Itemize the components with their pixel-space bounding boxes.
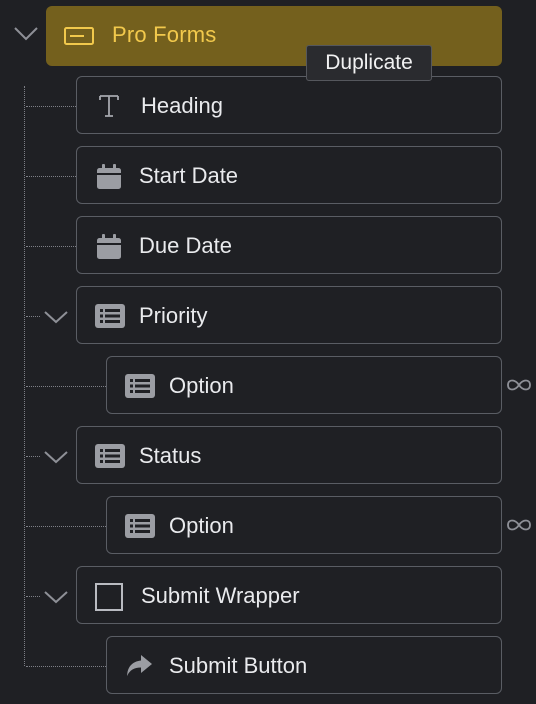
- tree-item-label: Priority: [139, 303, 208, 328]
- structure-tree-panel: Pro Forms Heading Start Date Due Date Pr…: [0, 0, 536, 704]
- expand-chevron-icon[interactable]: [43, 588, 69, 606]
- tree-connector: [26, 386, 106, 387]
- share-arrow-icon: [124, 653, 154, 679]
- tree-item-option[interactable]: Option: [106, 356, 502, 414]
- square-icon: [94, 583, 124, 611]
- duplicate-tooltip: Duplicate: [306, 45, 432, 81]
- tree-item-label: Start Date: [139, 163, 239, 188]
- tree-connector: [26, 666, 106, 667]
- tree-item-start-date[interactable]: Start Date: [76, 146, 502, 204]
- tree-root-pro-forms[interactable]: Pro Forms: [46, 6, 502, 66]
- tree-item-submit-wrapper[interactable]: Submit Wrapper: [76, 566, 502, 624]
- tree-item-label: Option: [169, 513, 234, 538]
- tree-item-label: Due Date: [139, 233, 232, 258]
- tree-item-label: Submit Button: [169, 653, 308, 678]
- list-icon: [94, 303, 125, 329]
- collapse-root-chevron-icon[interactable]: [13, 24, 39, 44]
- tree-connector: [26, 316, 40, 317]
- tree-connector: [26, 106, 76, 107]
- calendar-icon: [94, 163, 124, 189]
- tree-item-submit-button[interactable]: Submit Button: [106, 636, 502, 694]
- form-icon: [64, 26, 94, 46]
- list-icon: [124, 513, 155, 539]
- tree-item-due-date[interactable]: Due Date: [76, 216, 502, 274]
- tree-item-heading[interactable]: Heading: [76, 76, 502, 134]
- calendar-icon: [94, 233, 124, 259]
- list-icon: [94, 443, 125, 469]
- list-icon: [124, 373, 155, 399]
- expand-chevron-icon[interactable]: [43, 448, 69, 466]
- expand-chevron-icon[interactable]: [43, 308, 69, 326]
- text-t-icon: [94, 93, 124, 119]
- tree-item-label: Option: [169, 373, 234, 398]
- tree-item-priority[interactable]: Priority: [76, 286, 502, 344]
- tree-connector: [26, 246, 76, 247]
- tree-item-label: Submit Wrapper: [141, 583, 300, 608]
- tree-item-status[interactable]: Status: [76, 426, 502, 484]
- tree-connector: [26, 176, 76, 177]
- tree-connector-main: [24, 86, 25, 666]
- tree-connector: [26, 596, 40, 597]
- tree-item-label: Status: [139, 443, 202, 468]
- tree-item-label: Heading: [141, 93, 223, 118]
- tree-connector: [26, 456, 40, 457]
- root-label: Pro Forms: [112, 22, 217, 47]
- loop-infinity-icon[interactable]: [505, 378, 533, 392]
- tree-item-option[interactable]: Option: [106, 496, 502, 554]
- tree-connector: [26, 526, 106, 527]
- loop-infinity-icon[interactable]: [505, 518, 533, 532]
